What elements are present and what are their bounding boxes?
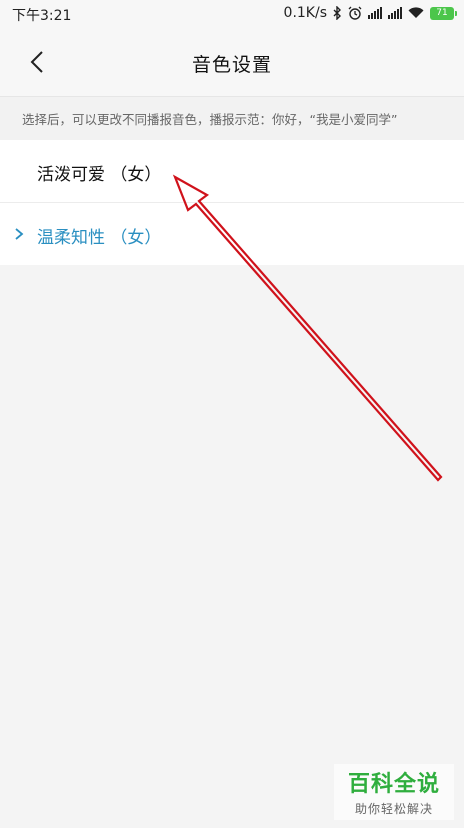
status-icons: 0.1K/s 71 xyxy=(283,5,457,21)
watermark-sub-text: 助你轻松解决 xyxy=(354,802,433,816)
voice-item-label: 活泼可爱 （女） xyxy=(37,165,162,185)
network-speed: 0.1K/s xyxy=(283,5,327,21)
signal-icon xyxy=(368,7,382,19)
chevron-right-icon xyxy=(15,228,24,240)
hint-text: 选择后，可以更改不同播报音色，播报示范：你好，“我是小爱同学” xyxy=(22,112,398,127)
voice-list: 活泼可爱 （女） 温柔知性 （女） xyxy=(0,140,464,265)
voice-item-lively-cute[interactable]: 活泼可爱 （女） xyxy=(0,140,464,202)
wifi-icon xyxy=(408,7,424,19)
page-title: 音色设置 xyxy=(191,54,272,76)
status-time: 下午3:21 xyxy=(12,8,72,24)
signal-icon-2 xyxy=(388,7,402,19)
watermark-main-text: 百科全说 xyxy=(347,772,440,797)
status-bar: 下午3:21 0.1K/s 71 xyxy=(0,0,464,30)
voice-item-gentle-intellectual[interactable]: 温柔知性 （女） xyxy=(0,202,464,265)
battery-icon: 71 xyxy=(430,6,457,20)
alarm-icon xyxy=(348,6,362,20)
voice-item-label: 温柔知性 （女） xyxy=(37,228,162,248)
nav-bar: 音色设置 xyxy=(0,30,464,96)
hint-bar: 选择后，可以更改不同播报音色，播报示范：你好，“我是小爱同学” xyxy=(0,96,464,141)
bluetooth-icon xyxy=(333,6,341,20)
watermark-logo: 百科全说 助你轻松解决 xyxy=(334,764,454,820)
